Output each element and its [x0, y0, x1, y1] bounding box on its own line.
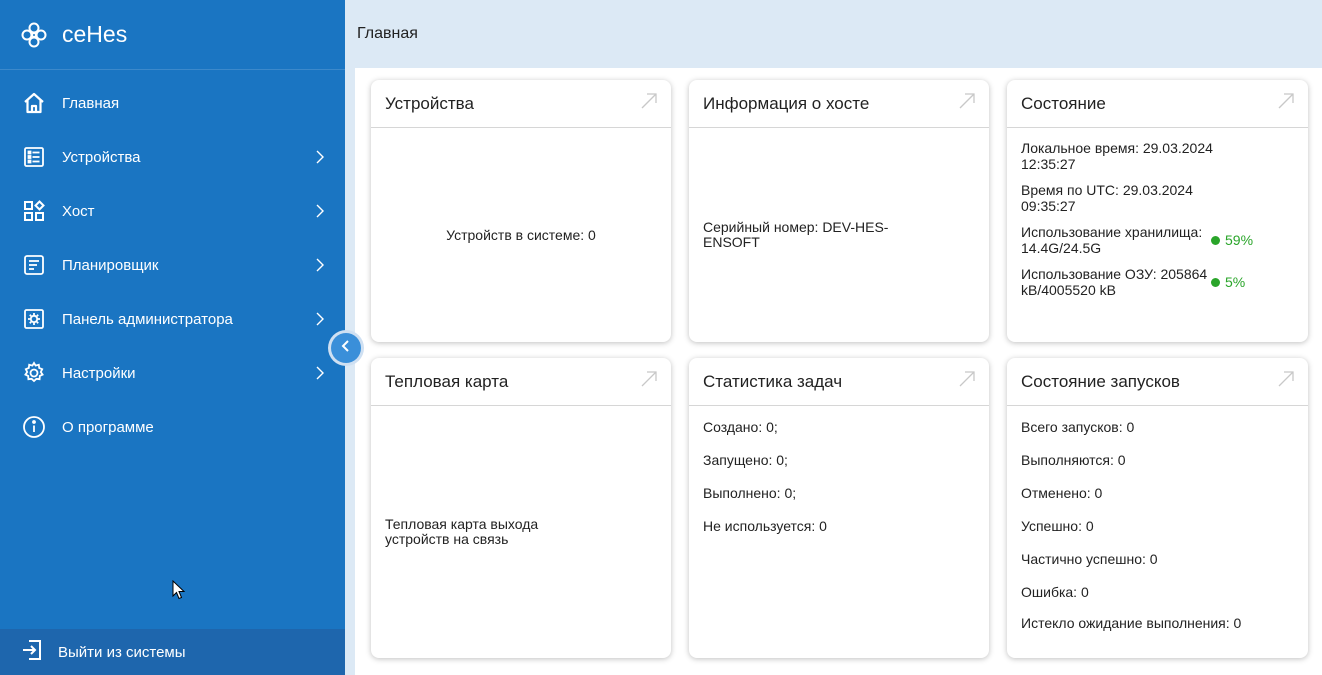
sidebar-item-label: Настройки	[62, 364, 136, 382]
ram-status-badge: 5%	[1211, 274, 1245, 290]
card-body: Локальное время: 29.03.2024 12:35:27 Вре…	[1007, 128, 1308, 320]
storage-usage-row: Использование хранилища: 14.4G/24.5G 59%	[1021, 224, 1294, 256]
sidebar-item-label: Планировщик	[62, 256, 159, 274]
logout-button[interactable]: Выйти из системы	[0, 629, 345, 675]
expand-arrow-icon[interactable]	[639, 91, 659, 116]
status-card: Состояние Локальное время: 29.03.2024 12…	[1007, 80, 1308, 342]
serial-number-text: Серийный номер: DEV-HES-ENSOFT	[703, 218, 889, 250]
sidebar-collapse-button[interactable]	[331, 333, 361, 363]
launch-partial-success: Частично успешно: 0	[1021, 551, 1158, 567]
sidebar-item-host[interactable]: Хост	[0, 184, 345, 238]
sidebar-nav: Главная Устройства Хост Планировщик Пане…	[0, 70, 345, 454]
sidebar-item-label: Хост	[62, 202, 95, 220]
admin-panel-icon	[20, 305, 48, 333]
card-title: Состояние	[1021, 93, 1106, 113]
settings-icon	[20, 359, 48, 387]
breadcrumb: Главная	[357, 25, 418, 42]
expand-arrow-icon[interactable]	[639, 369, 659, 394]
card-header: Состояние	[1007, 80, 1308, 128]
storage-status-badge: 59%	[1211, 232, 1253, 248]
card-title: Тепловая карта	[385, 371, 509, 391]
brand-title: ceHes	[62, 21, 128, 47]
ram-usage-text: Использование ОЗУ: 205864 kB/4005520 kB	[1021, 266, 1208, 298]
devices-count-text: Устройств в системе: 0	[446, 226, 596, 243]
ram-percent: 5%	[1225, 274, 1246, 290]
card-header: Информация о хосте	[689, 80, 989, 128]
card-body: Устройств в системе: 0	[371, 128, 671, 341]
card-body: Всего запусков: 0 Выполняются: 0 Отменен…	[1007, 406, 1308, 658]
mouse-cursor-icon	[172, 579, 186, 605]
launch-cancelled: Отменено: 0	[1021, 485, 1103, 501]
card-title: Устройства	[385, 93, 474, 113]
flower-logo-icon	[18, 19, 50, 51]
card-body: Серийный номер: DEV-HES-ENSOFT	[689, 128, 989, 341]
heatmap-card: Тепловая карта Тепловая карта выхода уст…	[371, 358, 671, 658]
host-icon	[20, 197, 48, 225]
sidebar-item-about[interactable]: О программе	[0, 400, 345, 454]
card-body: Создано: 0; Запущено: 0; Выполнено: 0; Н…	[689, 406, 989, 562]
scheduler-icon	[20, 251, 48, 279]
sidebar: ceHes Главная Устройства Хост Планировщи…	[0, 0, 345, 675]
status-dot-icon	[1211, 235, 1220, 245]
sidebar-item-scheduler[interactable]: Планировщик	[0, 238, 345, 292]
task-created: Создано: 0;	[703, 419, 778, 435]
info-icon	[20, 413, 48, 441]
heatmap-description: Тепловая карта выхода устройств на связь	[385, 515, 539, 547]
chevron-right-icon	[313, 150, 327, 164]
status-dot-icon	[1211, 277, 1220, 287]
sidebar-item-label: Устройства	[62, 148, 141, 166]
launch-status-card: Состояние запусков Всего запусков: 0 Вып…	[1007, 358, 1308, 658]
ram-usage-row: Использование ОЗУ: 205864 kB/4005520 kB …	[1021, 266, 1294, 298]
chevron-right-icon	[313, 312, 327, 326]
card-title: Информация о хосте	[703, 93, 870, 113]
main-area: Главная Устройства Устройств в системе: …	[345, 0, 1322, 675]
task-completed: Выполнено: 0;	[703, 485, 797, 501]
chevron-right-icon	[313, 204, 327, 218]
logout-label: Выйти из системы	[58, 643, 186, 661]
card-title: Состояние запусков	[1021, 371, 1180, 391]
card-body: Тепловая карта выхода устройств на связь	[371, 406, 671, 657]
local-time-text: Локальное время: 29.03.2024 12:35:27	[1021, 140, 1213, 172]
storage-usage-text: Использование хранилища: 14.4G/24.5G	[1021, 224, 1203, 256]
expand-arrow-icon[interactable]	[1276, 369, 1296, 394]
devices-card: Устройства Устройств в системе: 0	[371, 80, 671, 342]
launch-total: Всего запусков: 0	[1021, 419, 1135, 435]
sidebar-item-admin-panel[interactable]: Панель администратора	[0, 292, 345, 346]
sidebar-item-label: О программе	[62, 418, 154, 436]
host-info-card: Информация о хосте Серийный номер: DEV-H…	[689, 80, 989, 342]
card-header: Состояние запусков	[1007, 358, 1308, 406]
storage-percent: 59%	[1225, 232, 1254, 248]
chevron-left-icon	[341, 339, 351, 357]
brand[interactable]: ceHes	[0, 0, 345, 70]
utc-time-text: Время по UTC: 29.03.2024 09:35:27	[1021, 182, 1193, 214]
sidebar-item-label: Панель администратора	[62, 310, 233, 328]
devices-icon	[20, 143, 48, 171]
launch-success: Успешно: 0	[1021, 518, 1094, 534]
sidebar-item-devices[interactable]: Устройства	[0, 130, 345, 184]
sidebar-item-settings[interactable]: Настройки	[0, 346, 345, 400]
dashboard: Устройства Устройств в системе: 0 Информ…	[355, 68, 1322, 675]
card-header: Статистика задач	[689, 358, 989, 406]
task-unused: Не используется: 0	[703, 518, 827, 534]
sidebar-item-home[interactable]: Главная	[0, 76, 345, 130]
card-title: Статистика задач	[703, 371, 843, 391]
expand-arrow-icon[interactable]	[957, 369, 977, 394]
task-stats-card: Статистика задач Создано: 0; Запущено: 0…	[689, 358, 989, 658]
expand-arrow-icon[interactable]	[957, 91, 977, 116]
launch-running: Выполняются: 0	[1021, 452, 1126, 468]
launch-error: Ошибка: 0	[1021, 584, 1089, 600]
card-header: Устройства	[371, 80, 671, 128]
card-header: Тепловая карта	[371, 358, 671, 406]
task-started: Запущено: 0;	[703, 452, 788, 468]
logout-icon	[20, 638, 44, 667]
chevron-right-icon	[313, 366, 327, 380]
sidebar-item-label: Главная	[62, 94, 120, 112]
home-icon	[20, 89, 48, 117]
chevron-right-icon	[313, 258, 327, 272]
launch-timeout: Истекло ожидание выполнения: 0	[1021, 615, 1242, 631]
expand-arrow-icon[interactable]	[1276, 91, 1296, 116]
